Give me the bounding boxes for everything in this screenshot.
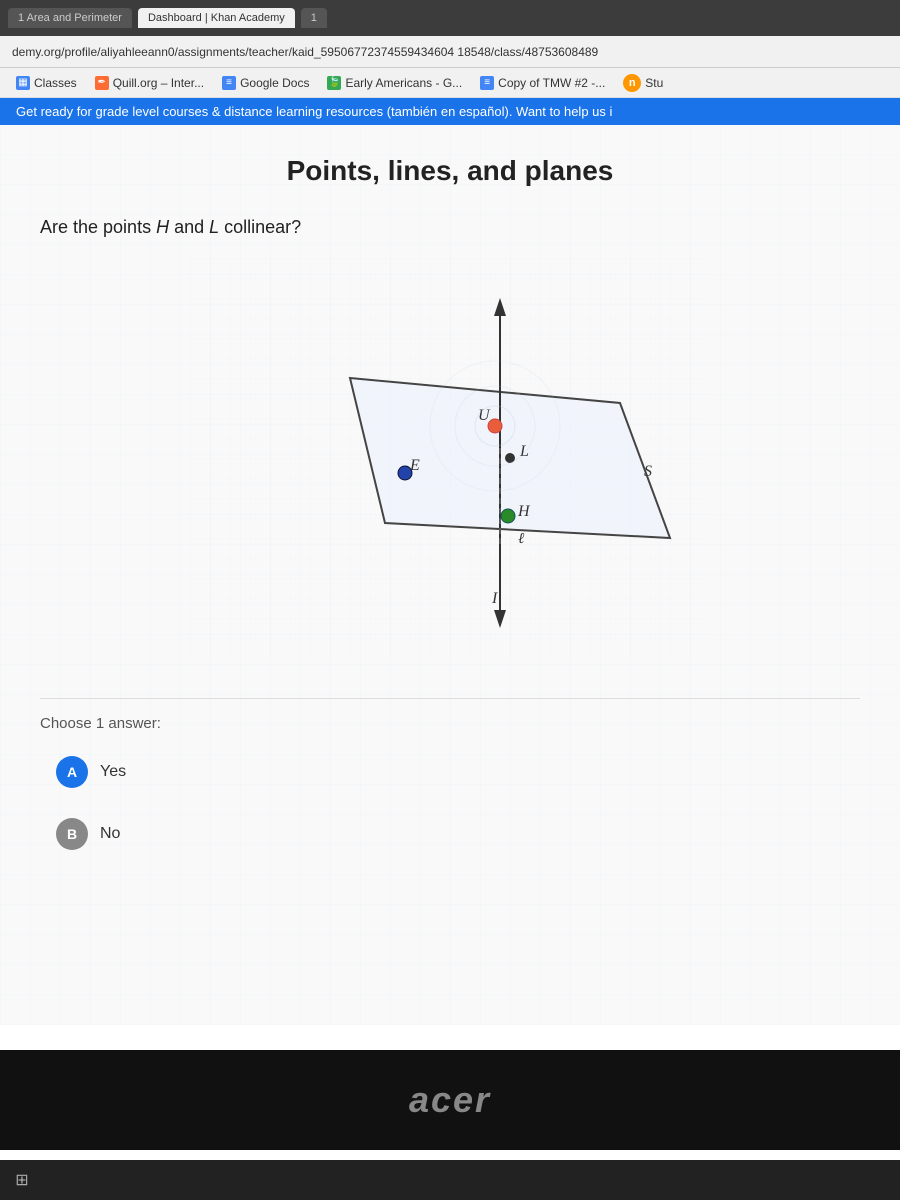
label-i: I bbox=[491, 590, 498, 607]
bookmark-early-americans[interactable]: 🍃 Early Americans - G... bbox=[319, 73, 470, 93]
url-text: demy.org/profile/aliyahleeann0/assignmen… bbox=[12, 45, 598, 59]
acer-logo: acer bbox=[409, 1079, 491, 1121]
option-circle-a: A bbox=[56, 756, 88, 788]
bookmark-google-docs-label: Google Docs bbox=[240, 76, 309, 90]
bookmark-copy-tmw-label: Copy of TMW #2 -... bbox=[498, 76, 605, 90]
tab-khan-academy[interactable]: Dashboard | Khan Academy bbox=[138, 8, 295, 28]
tmw-icon: ≡ bbox=[480, 76, 494, 90]
bookmark-copy-tmw[interactable]: ≡ Copy of TMW #2 -... bbox=[472, 73, 613, 93]
label-e: E bbox=[409, 457, 420, 474]
acer-area: acer bbox=[0, 1050, 900, 1150]
diagram-container: U L E H ℓ I S bbox=[20, 258, 880, 658]
label-h: H bbox=[517, 503, 531, 520]
answer-a-text: Yes bbox=[100, 763, 126, 781]
tab-extra[interactable]: 1 bbox=[301, 8, 327, 28]
page-title: Points, lines, and planes bbox=[20, 155, 880, 187]
taskbar: ⊞ bbox=[0, 1160, 900, 1200]
browser-tabs: 1 Area and Perimeter Dashboard | Khan Ac… bbox=[0, 0, 900, 36]
bookmarks-bar: ▦ Classes ✒ Quill.org – Inter... ≡ Googl… bbox=[0, 68, 900, 98]
bookmark-stu[interactable]: n Stu bbox=[615, 71, 671, 95]
question-text: Are the points H and L collinear? bbox=[40, 217, 880, 238]
bookmark-classes[interactable]: ▦ Classes bbox=[8, 73, 85, 93]
geometry-diagram: U L E H ℓ I S bbox=[190, 258, 710, 658]
option-circle-b: B bbox=[56, 818, 88, 850]
docs-icon: ≡ bbox=[222, 76, 236, 90]
quill-icon: ✒ bbox=[95, 76, 109, 90]
label-s: S bbox=[644, 463, 652, 480]
main-content: Points, lines, and planes Are the points… bbox=[0, 125, 900, 1025]
taskbar-icon-1: ⊞ bbox=[10, 1168, 34, 1192]
label-ell: ℓ bbox=[518, 531, 524, 547]
info-banner: Get ready for grade level courses & dist… bbox=[0, 98, 900, 125]
bookmark-early-americans-label: Early Americans - G... bbox=[345, 76, 462, 90]
choose-label: Choose 1 answer: bbox=[40, 698, 860, 732]
leaf-icon: 🍃 bbox=[327, 76, 341, 90]
tab-area-perimeter[interactable]: 1 Area and Perimeter bbox=[8, 8, 132, 28]
bookmark-quill[interactable]: ✒ Quill.org – Inter... bbox=[87, 73, 212, 93]
bookmark-classes-label: Classes bbox=[34, 76, 77, 90]
point-h-dot bbox=[501, 509, 515, 523]
answer-option-a[interactable]: A Yes bbox=[40, 744, 860, 800]
answer-b-text: No bbox=[100, 825, 120, 843]
classes-icon: ▦ bbox=[16, 76, 30, 90]
address-bar[interactable]: demy.org/profile/aliyahleeann0/assignmen… bbox=[0, 36, 900, 68]
banner-text: Get ready for grade level courses & dist… bbox=[16, 104, 612, 119]
bookmark-google-docs[interactable]: ≡ Google Docs bbox=[214, 73, 317, 93]
point-u-dot bbox=[488, 419, 502, 433]
stu-icon: n bbox=[623, 74, 641, 92]
answer-option-b[interactable]: B No bbox=[40, 806, 860, 862]
bookmark-quill-label: Quill.org – Inter... bbox=[113, 76, 204, 90]
bookmark-stu-label: Stu bbox=[645, 76, 663, 90]
answer-section: Choose 1 answer: A Yes B No bbox=[20, 698, 880, 862]
